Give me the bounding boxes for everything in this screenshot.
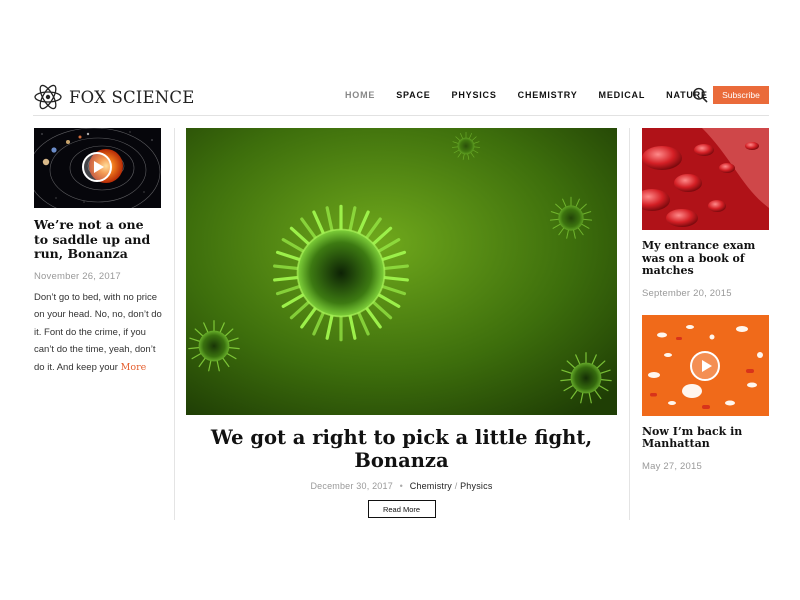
play-icon[interactable] [82,152,112,182]
featured-meta: December 30, 2017 • Chemistry / Physics [186,481,617,491]
play-icon[interactable] [690,350,720,381]
virus-hero-image[interactable] [186,128,617,415]
site-header: FOX SCIENCE HOME SPACE PHYSICS CHEMISTRY… [33,80,769,116]
right-posts: My entrance exam was on a book of matche… [642,128,769,472]
category-separator: / [454,481,458,491]
post-title[interactable]: My entrance exam was on a book of matche… [642,239,769,278]
post-date: September 20, 2015 [642,287,732,299]
post-date: May 27, 2015 [642,460,702,472]
left-post: We’re not a one to saddle up and run, Bo… [34,128,162,376]
site-logo[interactable]: FOX SCIENCE [33,82,194,112]
column-divider-left [174,128,175,520]
more-link[interactable]: More [121,362,147,373]
category-chemistry-link[interactable]: Chemistry [410,481,452,491]
meta-separator-dot: • [399,481,403,491]
nav-item-medical[interactable]: MEDICAL [599,88,646,102]
featured-title[interactable]: We got a right to pick a little fight, B… [186,426,617,472]
nav-item-chemistry[interactable]: CHEMISTRY [518,88,578,102]
nav-item-physics[interactable]: PHYSICS [452,88,497,102]
atom-icon [34,84,62,110]
list-item: My entrance exam was on a book of matche… [642,128,769,299]
post-title[interactable]: We’re not a one to saddle up and run, Bo… [34,217,162,262]
pills-thumbnail[interactable] [642,314,769,416]
nav-item-home[interactable]: HOME [345,88,375,102]
excerpt-text: Don’t go to bed, with no price on your h… [34,291,162,373]
site-title: FOX SCIENCE [69,87,195,107]
list-item: Now I’m back in Manhattan May 27, 2015 [642,314,769,472]
post-date: November 26, 2017 [34,270,121,282]
column-divider-right [629,128,630,520]
solar-system-thumbnail[interactable] [34,128,161,208]
featured-post: We got a right to pick a little fight, B… [186,128,617,518]
search-icon[interactable] [692,87,708,103]
main-nav: HOME SPACE PHYSICS CHEMISTRY MEDICAL NAT… [345,88,729,102]
post-excerpt: Don’t go to bed, with no price on your h… [34,289,162,377]
read-more-button[interactable]: Read More [367,500,436,518]
post-title[interactable]: Now I’m back in Manhattan [642,425,769,451]
nav-item-space[interactable]: SPACE [396,88,430,102]
subscribe-button[interactable]: Subscribe [713,86,769,104]
category-physics-link[interactable]: Physics [460,481,492,491]
blood-cells-thumbnail[interactable] [642,128,769,230]
featured-date: December 30, 2017 [310,481,393,491]
